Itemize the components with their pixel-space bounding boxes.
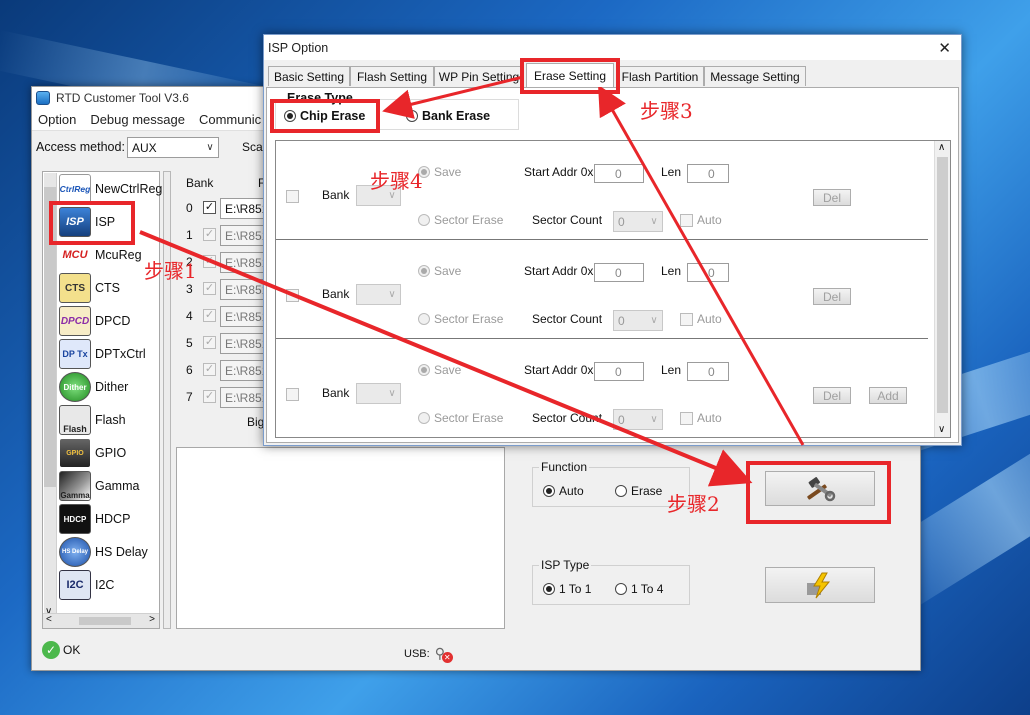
step4-label: 步骤4 (370, 169, 423, 193)
tab-label: Erase Setting (533, 68, 607, 83)
annotation-arrows (139, 75, 805, 487)
step1-label: 步骤1 (144, 259, 197, 283)
highlight-tools-button (746, 461, 891, 524)
arrow-step2 (598, 84, 805, 446)
step3-label: 步骤3 (640, 99, 693, 123)
arrow-step1 (139, 230, 753, 487)
highlight-chip-erase (270, 99, 380, 133)
arrow-step3 (382, 75, 524, 119)
tab-erase-setting[interactable]: Erase Setting (526, 63, 614, 87)
highlight-isp (49, 201, 135, 245)
step2-label: 步骤2 (667, 492, 720, 516)
